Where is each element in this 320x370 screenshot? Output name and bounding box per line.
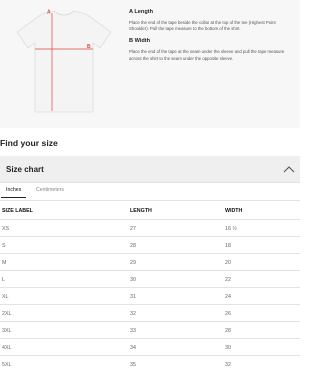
table-row: M 29 20 bbox=[0, 254, 300, 271]
marker-a: A bbox=[47, 10, 51, 16]
table-row: XL 31 24 bbox=[0, 288, 300, 305]
length-cell: 29 bbox=[130, 259, 136, 266]
header-length: LENGTH bbox=[130, 208, 152, 214]
measurement-guide: A B A Length Place the end of the tape b… bbox=[0, 0, 300, 128]
tab-inches[interactable]: Inches bbox=[0, 187, 27, 198]
size-cell: L bbox=[2, 276, 5, 283]
chevron-up-icon bbox=[283, 166, 295, 173]
tab-centimeters[interactable]: Centimeters bbox=[36, 187, 64, 193]
table-row: 2XL 32 26 bbox=[0, 305, 300, 322]
table-header: SIZE LABEL LENGTH WIDTH bbox=[0, 201, 300, 220]
length-cell: 31 bbox=[130, 293, 136, 300]
length-cell: 35 bbox=[130, 361, 136, 368]
size-cell: XS bbox=[2, 225, 10, 232]
length-title: A Length bbox=[129, 9, 154, 15]
unit-tabs: Inches Centimeters bbox=[0, 183, 300, 201]
length-cell: 30 bbox=[130, 276, 136, 283]
tshirt-diagram: A B bbox=[14, 8, 114, 116]
length-cell: 27 bbox=[130, 225, 136, 232]
length-cell: 28 bbox=[130, 242, 136, 249]
width-cell: 18 bbox=[225, 242, 231, 249]
size-table: SIZE LABEL LENGTH WIDTH XS 27 16 ½ S 28 … bbox=[0, 201, 300, 370]
length-cell: 34 bbox=[130, 344, 136, 351]
width-cell: 32 bbox=[225, 361, 231, 368]
width-cell: 20 bbox=[225, 259, 231, 266]
size-cell: S bbox=[2, 242, 6, 249]
size-cell: 4XL bbox=[2, 344, 12, 351]
width-cell: 24 bbox=[225, 293, 231, 300]
size-cell: 3XL bbox=[2, 327, 12, 334]
find-your-size-heading: Find your size bbox=[0, 138, 58, 148]
width-cell: 22 bbox=[225, 276, 231, 283]
length-text: Place the end of the tape beside the col… bbox=[129, 20, 276, 32]
table-row: L 30 22 bbox=[0, 271, 300, 288]
width-cell: 16 ½ bbox=[225, 225, 237, 232]
size-cell: 5XL bbox=[2, 361, 12, 368]
table-row: 3XL 33 28 bbox=[0, 322, 300, 339]
header-size-label: SIZE LABEL bbox=[2, 208, 33, 214]
width-cell: 26 bbox=[225, 310, 231, 317]
table-row: 4XL 34 30 bbox=[0, 339, 300, 356]
table-row: XS 27 16 ½ bbox=[0, 220, 300, 237]
size-cell: XL bbox=[2, 293, 9, 300]
header-width: WIDTH bbox=[225, 208, 243, 214]
table-row: 5XL 35 32 bbox=[0, 356, 300, 370]
length-cell: 32 bbox=[130, 310, 136, 317]
table-row: S 28 18 bbox=[0, 237, 300, 254]
measurement-instructions: A Length Place the end of the tape besid… bbox=[129, 9, 295, 68]
size-cell: 2XL bbox=[2, 310, 12, 317]
width-text: Place the end of the tape at the seam un… bbox=[129, 49, 285, 61]
width-cell: 28 bbox=[225, 327, 231, 334]
size-cell: M bbox=[2, 259, 7, 266]
size-chart-toggle[interactable]: Size chart bbox=[0, 156, 300, 183]
length-cell: 33 bbox=[130, 327, 136, 334]
size-chart-title: Size chart bbox=[6, 165, 44, 174]
marker-b: B bbox=[87, 44, 91, 50]
tshirt-shape bbox=[16, 10, 112, 113]
width-cell: 30 bbox=[225, 344, 231, 351]
width-title: B Width bbox=[129, 38, 151, 45]
